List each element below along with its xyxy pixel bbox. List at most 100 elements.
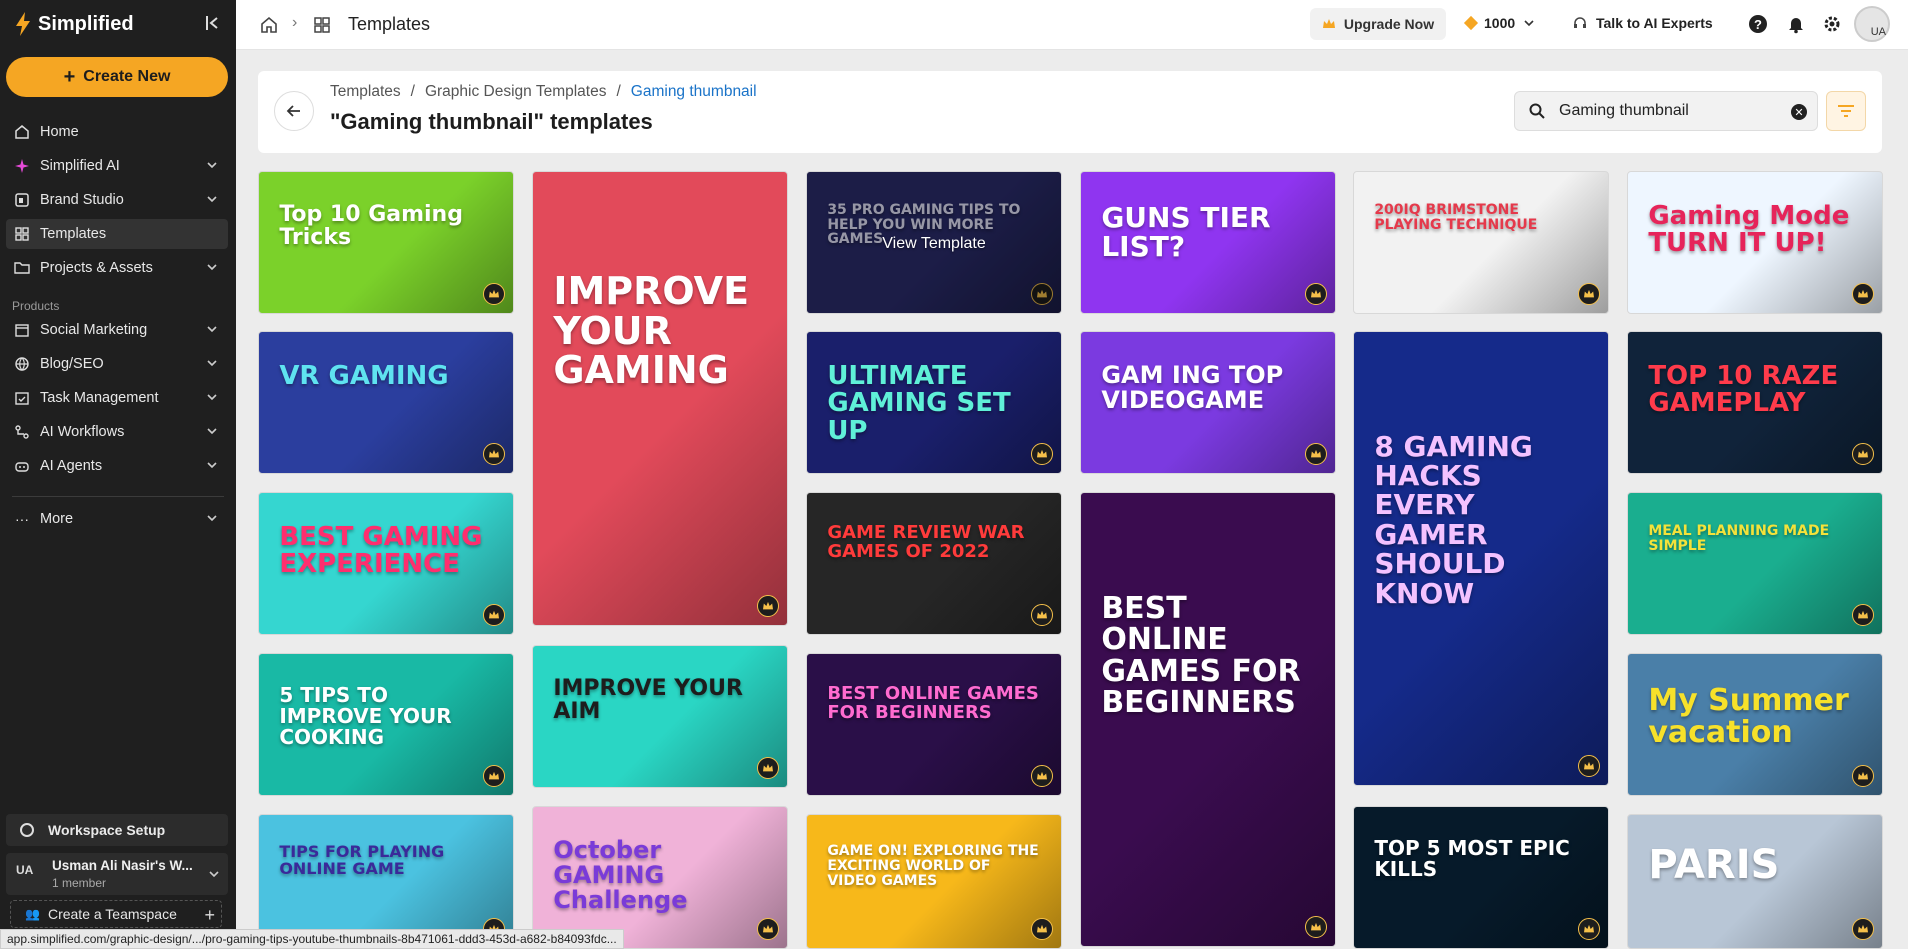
collapse-sidebar-button[interactable] <box>204 14 226 36</box>
template-card[interactable]: 200IQ BRIMSTONE PLAYING TECHNIQUE <box>1353 171 1609 314</box>
sidebar-item-label: Home <box>40 124 79 140</box>
workspace-setup-button[interactable]: Workspace Setup <box>6 814 228 846</box>
workspace-setup-label: Workspace Setup <box>48 822 166 838</box>
template-card[interactable]: GAM ING TOP VIDEOGAME <box>1080 331 1336 474</box>
template-card[interactable]: Top 10 Gaming Tricks <box>258 171 514 314</box>
template-title: TOP 10 RAZE GAMEPLAY <box>1648 361 1839 419</box>
brand-icon <box>14 192 30 208</box>
gear-icon[interactable] <box>1822 14 1842 34</box>
chevron-down-icon <box>207 428 217 435</box>
template-card[interactable]: TOP 10 RAZE GAMEPLAY <box>1627 331 1883 474</box>
upgrade-now-button[interactable]: Upgrade Now <box>1310 8 1446 40</box>
view-template-label[interactable]: View Template <box>807 235 1061 253</box>
template-card[interactable]: GAME REVIEW WAR GAMES OF 2022 <box>806 492 1062 635</box>
talk-to-ai-experts-button[interactable]: Talk to AI Experts <box>1572 15 1713 31</box>
bell-icon[interactable] <box>1786 14 1806 34</box>
template-card[interactable]: MEAL PLANNING MADE SIMPLE <box>1627 492 1883 635</box>
template-card[interactable]: ULTIMATE GAMING SET UP <box>806 331 1062 474</box>
template-card[interactable]: Gaming Mode TURN IT UP! <box>1627 171 1883 314</box>
sidebar-item-label: Blog/SEO <box>40 356 104 372</box>
chevron-down-icon <box>207 462 217 469</box>
template-card[interactable]: VR GAMING <box>258 331 514 474</box>
brand-logo[interactable]: Simplified <box>14 12 134 36</box>
user-avatar[interactable]: UA <box>1854 6 1890 42</box>
sidebar-item-task-management[interactable]: Task Management <box>6 383 228 413</box>
chevron-down-icon <box>209 871 219 878</box>
template-card[interactable]: My Summer vacation <box>1627 653 1883 796</box>
sidebar-item-social-marketing[interactable]: Social Marketing <box>6 315 228 345</box>
create-new-button[interactable]: + Create New <box>6 57 228 97</box>
status-bar-url: app.simplified.com/graphic-design/.../pr… <box>0 929 624 949</box>
breadcrumb-templates[interactable]: Templates <box>330 83 401 101</box>
sidebar-item-label: Task Management <box>40 390 159 406</box>
chevron-down-icon <box>207 515 217 522</box>
template-card[interactable]: IMPROVE YOUR GAMING <box>532 171 788 626</box>
plus-icon: + <box>204 905 215 925</box>
template-card[interactable]: GUNS TIER LIST? <box>1080 171 1336 314</box>
template-card[interactable]: PARIS <box>1627 814 1883 949</box>
workspace-switcher[interactable]: UA Usman Ali Nasir's W... 1 member <box>6 853 228 895</box>
template-card[interactable]: BEST ONLINE GAMES FOR BEGINNERS <box>806 653 1062 796</box>
template-card[interactable]: GAME ON! EXPLORING THE EXCITING WORLD OF… <box>806 814 1062 949</box>
template-title: BEST ONLINE GAMES FOR BEGINNERS <box>827 683 1039 723</box>
avatar-initials: UA <box>1870 26 1886 38</box>
premium-crown-icon <box>1852 283 1874 305</box>
sidebar-item-label: Templates <box>40 226 107 242</box>
sidebar-item-ai-agents[interactable]: AI Agents <box>6 451 228 481</box>
templates-header: Templates / Graphic Design Templates / G… <box>258 71 1882 153</box>
tasks-icon <box>14 390 30 406</box>
create-teamspace-button[interactable]: 👥 Create a Teamspace + <box>10 900 222 928</box>
sidebar-item-ai-workflows[interactable]: AI Workflows <box>6 417 228 447</box>
plus-icon: + <box>63 65 76 88</box>
credits-dropdown[interactable]: 1000 <box>1463 15 1535 31</box>
premium-crown-icon <box>1852 918 1874 940</box>
template-title: 5 TIPS TO IMPROVE YOUR COOKING <box>279 683 452 750</box>
template-card[interactable]: 35 PRO GAMING TIPS TO HELP YOU WIN MORE … <box>806 171 1062 314</box>
brand-name: Simplified <box>38 12 134 35</box>
premium-crown-icon <box>1031 604 1053 626</box>
help-icon[interactable]: ? <box>1748 14 1768 34</box>
template-card[interactable]: BEST GAMING EXPERIENCE <box>258 492 514 635</box>
team-icon: 👥 <box>25 907 40 921</box>
clear-search-icon[interactable]: ✕ <box>1791 104 1807 120</box>
template-title: GAME REVIEW WAR GAMES OF 2022 <box>827 522 1025 562</box>
home-icon[interactable] <box>260 16 278 34</box>
robot-icon <box>14 458 30 474</box>
back-button[interactable] <box>274 91 314 131</box>
chevron-down-icon <box>207 264 217 271</box>
template-title: October GAMING Challenge <box>553 836 688 915</box>
progress-circle-icon <box>20 823 34 837</box>
filter-button[interactable] <box>1826 91 1866 131</box>
sidebar-item-more[interactable]: ··· More <box>6 504 228 534</box>
sidebar-item-projects-assets[interactable]: Projects & Assets <box>6 253 228 283</box>
sidebar-item-blog-seo[interactable]: Blog/SEO <box>6 349 228 379</box>
chevron-down-icon <box>207 196 217 203</box>
template-card[interactable]: 8 GAMING HACKS EVERY GAMER SHOULD KNOW <box>1353 331 1609 786</box>
template-card[interactable]: October GAMING Challenge <box>532 806 788 949</box>
template-card[interactable]: TOP 5 MOST EPIC KILLS <box>1353 806 1609 949</box>
search-input[interactable]: Gaming thumbnail ✕ <box>1514 91 1818 131</box>
sidebar-item-templates[interactable]: Templates <box>6 219 228 249</box>
template-card[interactable]: BEST ONLINE GAMES FOR BEGINNERS <box>1080 492 1336 947</box>
template-title: GAME ON! EXPLORING THE EXCITING WORLD OF… <box>827 843 1039 889</box>
breadcrumb-separator: / <box>410 83 415 100</box>
template-card[interactable]: IMPROVE YOUR AIM <box>532 645 788 788</box>
user-initials: UA <box>16 863 34 877</box>
sidebar-item-brand-studio[interactable]: Brand Studio <box>6 185 228 215</box>
breadcrumb-graphic-design[interactable]: Graphic Design Templates <box>425 83 607 101</box>
chevron-down-icon <box>207 326 217 333</box>
sidebar-item-home[interactable]: Home <box>6 117 228 147</box>
sidebar-item-label: Social Marketing <box>40 322 148 338</box>
sidebar-divider <box>12 496 224 497</box>
premium-crown-icon <box>1852 443 1874 465</box>
premium-crown-icon <box>1578 918 1600 940</box>
template-title: 200IQ BRIMSTONE PLAYING TECHNIQUE <box>1374 202 1538 233</box>
grid-icon <box>314 17 330 33</box>
sidebar-item-simplified-ai[interactable]: Simplified AI <box>6 151 228 181</box>
sidebar-item-label: Simplified AI <box>40 158 120 174</box>
premium-crown-icon <box>1031 283 1053 305</box>
globe-icon <box>14 356 30 372</box>
template-title: My Summer vacation <box>1648 683 1849 750</box>
template-card[interactable]: 5 TIPS TO IMPROVE YOUR COOKING <box>258 653 514 796</box>
chevron-down-icon <box>207 394 217 401</box>
